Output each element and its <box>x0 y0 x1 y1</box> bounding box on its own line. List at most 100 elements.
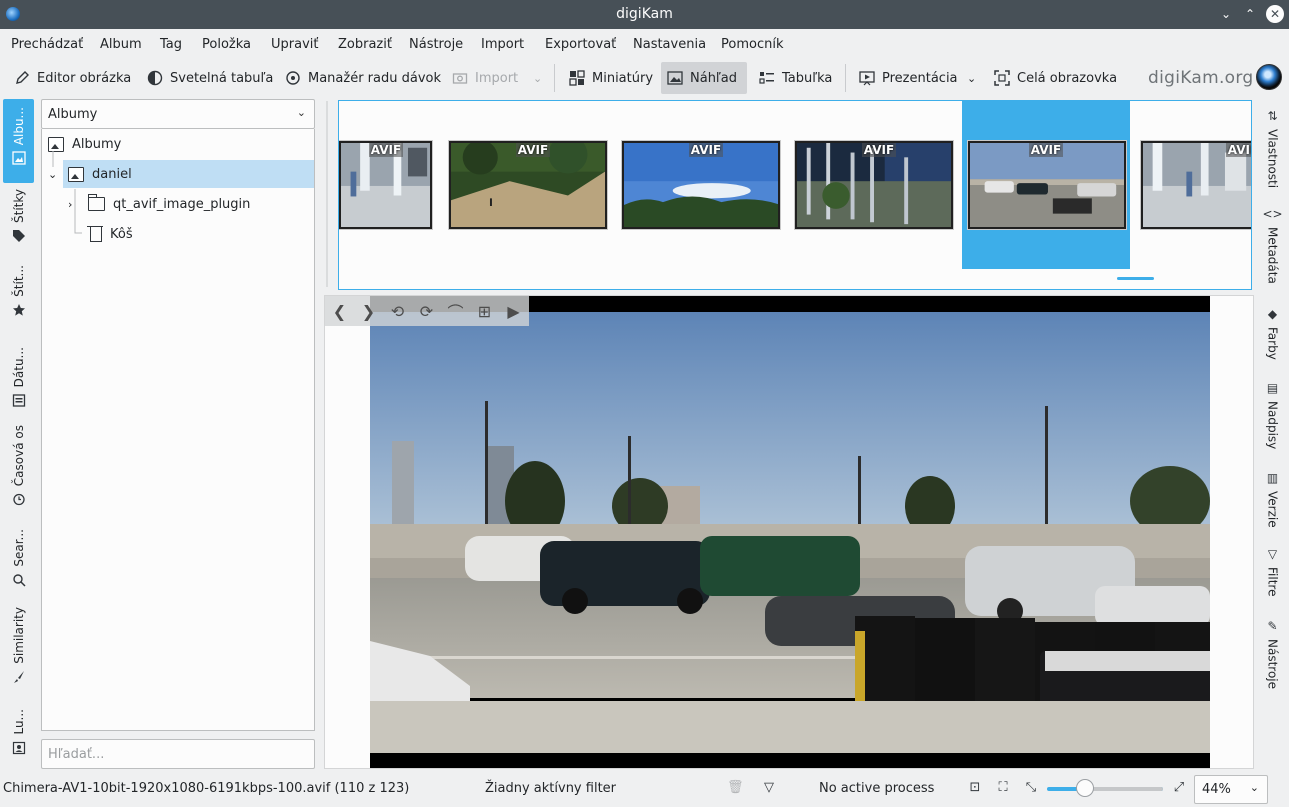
rotate-left-icon[interactable]: ⟲ <box>383 302 412 321</box>
thumbnail-item[interactable]: AVIF <box>795 101 963 269</box>
avif-badge-label: AVIF <box>861 143 897 157</box>
filter-icon: ▽ <box>1267 547 1278 561</box>
next-image-icon[interactable]: ❯ <box>354 302 383 321</box>
menu-export[interactable]: Exportovať <box>545 37 616 52</box>
menu-album[interactable]: Album <box>100 37 142 52</box>
pencil-icon: ✎ <box>1267 619 1278 633</box>
tree-item-daniel[interactable]: daniel <box>63 160 314 188</box>
filter-icon[interactable]: ▽ <box>762 781 776 795</box>
minimize-icon[interactable]: ⌄ <box>1217 5 1235 23</box>
menu-import[interactable]: Import <box>481 37 524 52</box>
slideshow-button[interactable]: Prezentácia <box>853 62 964 94</box>
digikam-logo-icon[interactable] <box>1256 64 1282 90</box>
album-search-input[interactable] <box>42 740 314 768</box>
import-label: Import <box>475 70 519 86</box>
album-icon <box>11 151 26 165</box>
menu-edit[interactable]: Upraviť <box>271 37 318 52</box>
tab-properties[interactable]: ⇅ Vlastnosti <box>1256 105 1289 200</box>
zoom-level-combo[interactable]: 44% ⌄ <box>1194 775 1268 804</box>
thumbnail-item[interactable]: AVIF <box>449 101 617 269</box>
tab-filters-label: Filtre <box>1265 567 1280 597</box>
tab-properties-label: Vlastnosti <box>1265 129 1280 189</box>
light-table-button[interactable]: Svetelná tabuľa <box>141 62 279 94</box>
properties-icon: ⇅ <box>1267 109 1278 123</box>
fullscreen-button[interactable]: Celá obrazovka <box>988 62 1123 94</box>
tab-dates[interactable]: Dátu... <box>3 347 34 411</box>
close-icon[interactable]: ✕ <box>1266 5 1284 23</box>
calendar-icon <box>12 394 25 408</box>
image-preview[interactable]: ❮ ❯ ⟲ ⟳ ⌒ ⊞ ▶ <box>324 295 1254 769</box>
tab-albums[interactable]: Albu... <box>3 99 34 183</box>
zoom-to-selection-icon[interactable]: ⊡ <box>968 781 982 795</box>
tab-tags[interactable]: Štítky <box>3 189 34 251</box>
slideshow-dropdown-chevron-icon[interactable]: ⌄ <box>961 62 982 94</box>
tab-metadata-label: Metadáta <box>1265 227 1280 284</box>
album-search-box[interactable] <box>41 739 315 769</box>
caption-icon: ▤ <box>1266 381 1279 395</box>
splitter-handle[interactable] <box>324 99 330 289</box>
preview-view-button[interactable]: Náhľad <box>661 62 747 94</box>
tab-search[interactable]: Sear... <box>3 529 34 591</box>
avif-badge-label: AVIF <box>515 143 551 157</box>
import-dropdown-chevron-icon[interactable]: ⌄ <box>527 62 548 94</box>
rotate-right-icon[interactable]: ⟳ <box>412 302 441 321</box>
batch-queue-label: Manažér radu dávok <box>308 70 442 86</box>
zoom-slider[interactable] <box>1047 779 1163 797</box>
previous-image-icon[interactable]: ❮ <box>325 302 354 321</box>
digikam-brand-text[interactable]: digiKam.org <box>1148 68 1253 88</box>
chevron-down-icon[interactable]: ⌄ <box>48 168 58 181</box>
thumbnail-item-selected[interactable]: AVIF <box>962 101 1130 269</box>
avif-badge: AVIF <box>962 143 1130 157</box>
chevron-right-icon[interactable]: › <box>68 198 80 211</box>
tab-timeline[interactable]: Časová os <box>3 425 34 511</box>
tab-captions[interactable]: ▤ Nadpisy <box>1256 377 1289 457</box>
play-icon[interactable]: ▶ <box>499 302 528 321</box>
add-to-light-table-icon[interactable]: ⊞ <box>470 302 499 321</box>
tab-people-label: Lu... <box>11 709 26 735</box>
tab-similarity[interactable]: Similarity <box>3 607 34 691</box>
thumbnail-item[interactable]: AVIF <box>622 101 790 269</box>
face-tag-icon[interactable]: ⌒ <box>441 299 470 323</box>
table-view-button[interactable]: Tabuľka <box>753 62 838 94</box>
image-editor-button[interactable]: Editor obrázka <box>8 62 137 94</box>
tab-metadata[interactable]: <> Metadáta <box>1256 203 1289 293</box>
maximize-icon[interactable]: ⌃ <box>1241 5 1259 23</box>
zoom-slider-handle[interactable] <box>1076 779 1094 797</box>
batch-queue-button[interactable]: Manažér radu dávok <box>279 62 447 94</box>
toolbar-separator <box>845 64 846 92</box>
chevron-down-icon: ⌄ <box>1249 781 1259 794</box>
thumbnail-bar-scroll-handle[interactable] <box>1117 277 1154 280</box>
menu-help[interactable]: Pomocník <box>721 37 783 52</box>
right-sidebar-tabs: ⇅ Vlastnosti <> Metadáta ◆ Farby ▤ Nadpi… <box>1256 97 1289 707</box>
status-file-info: Chimera-AV1-10bit-1920x1080-6191kbps-100… <box>3 781 410 796</box>
album-icon <box>68 166 84 182</box>
menu-view[interactable]: Zobraziť <box>338 37 392 52</box>
paint-bucket-icon: ◆ <box>1267 307 1278 321</box>
menu-tools[interactable]: Nástroje <box>409 37 463 52</box>
fit-to-window-icon[interactable]: ⛶ <box>996 781 1010 795</box>
tab-filters[interactable]: ▽ Filtre <box>1256 543 1289 603</box>
tab-versions[interactable]: ▥ Verzie <box>1256 467 1289 537</box>
tab-colors[interactable]: ◆ Farby <box>1256 303 1289 373</box>
zoom-out-icon[interactable]: ⤡ <box>1024 781 1038 795</box>
tab-labels[interactable]: Štít... <box>3 265 34 327</box>
thumbnails-view-button[interactable]: Miniatúry <box>563 62 659 94</box>
table-label: Tabuľka <box>782 70 833 86</box>
status-process-info: No active process <box>819 781 935 796</box>
menu-browse[interactable]: Prechádzať <box>11 37 83 52</box>
trash-icon[interactable]: 🗑 <box>727 781 744 795</box>
menu-settings[interactable]: Nastavenia <box>633 37 706 52</box>
menu-tag[interactable]: Tag <box>160 37 182 52</box>
tab-tools[interactable]: ✎ Nástroje <box>1256 615 1289 695</box>
tree-item-qt-avif-image-plugin[interactable]: › qt_avif_image_plugin <box>68 190 314 218</box>
fullscreen-label: Celá obrazovka <box>1017 70 1118 86</box>
tab-people[interactable]: Lu... <box>3 709 34 771</box>
tab-tools-label: Nástroje <box>1265 639 1280 690</box>
zoom-in-icon[interactable]: ⤢ <box>1172 781 1186 795</box>
thumbnail-item[interactable]: AVIF <box>339 101 432 269</box>
thumbnail-item[interactable]: AVIF <box>1141 101 1251 269</box>
import-button[interactable]: Import <box>446 62 524 94</box>
album-view-selector[interactable]: Albumy ⌄ <box>41 99 315 129</box>
tree-item-trash[interactable]: Kôš <box>87 220 314 248</box>
menu-item[interactable]: Položka <box>202 37 251 52</box>
